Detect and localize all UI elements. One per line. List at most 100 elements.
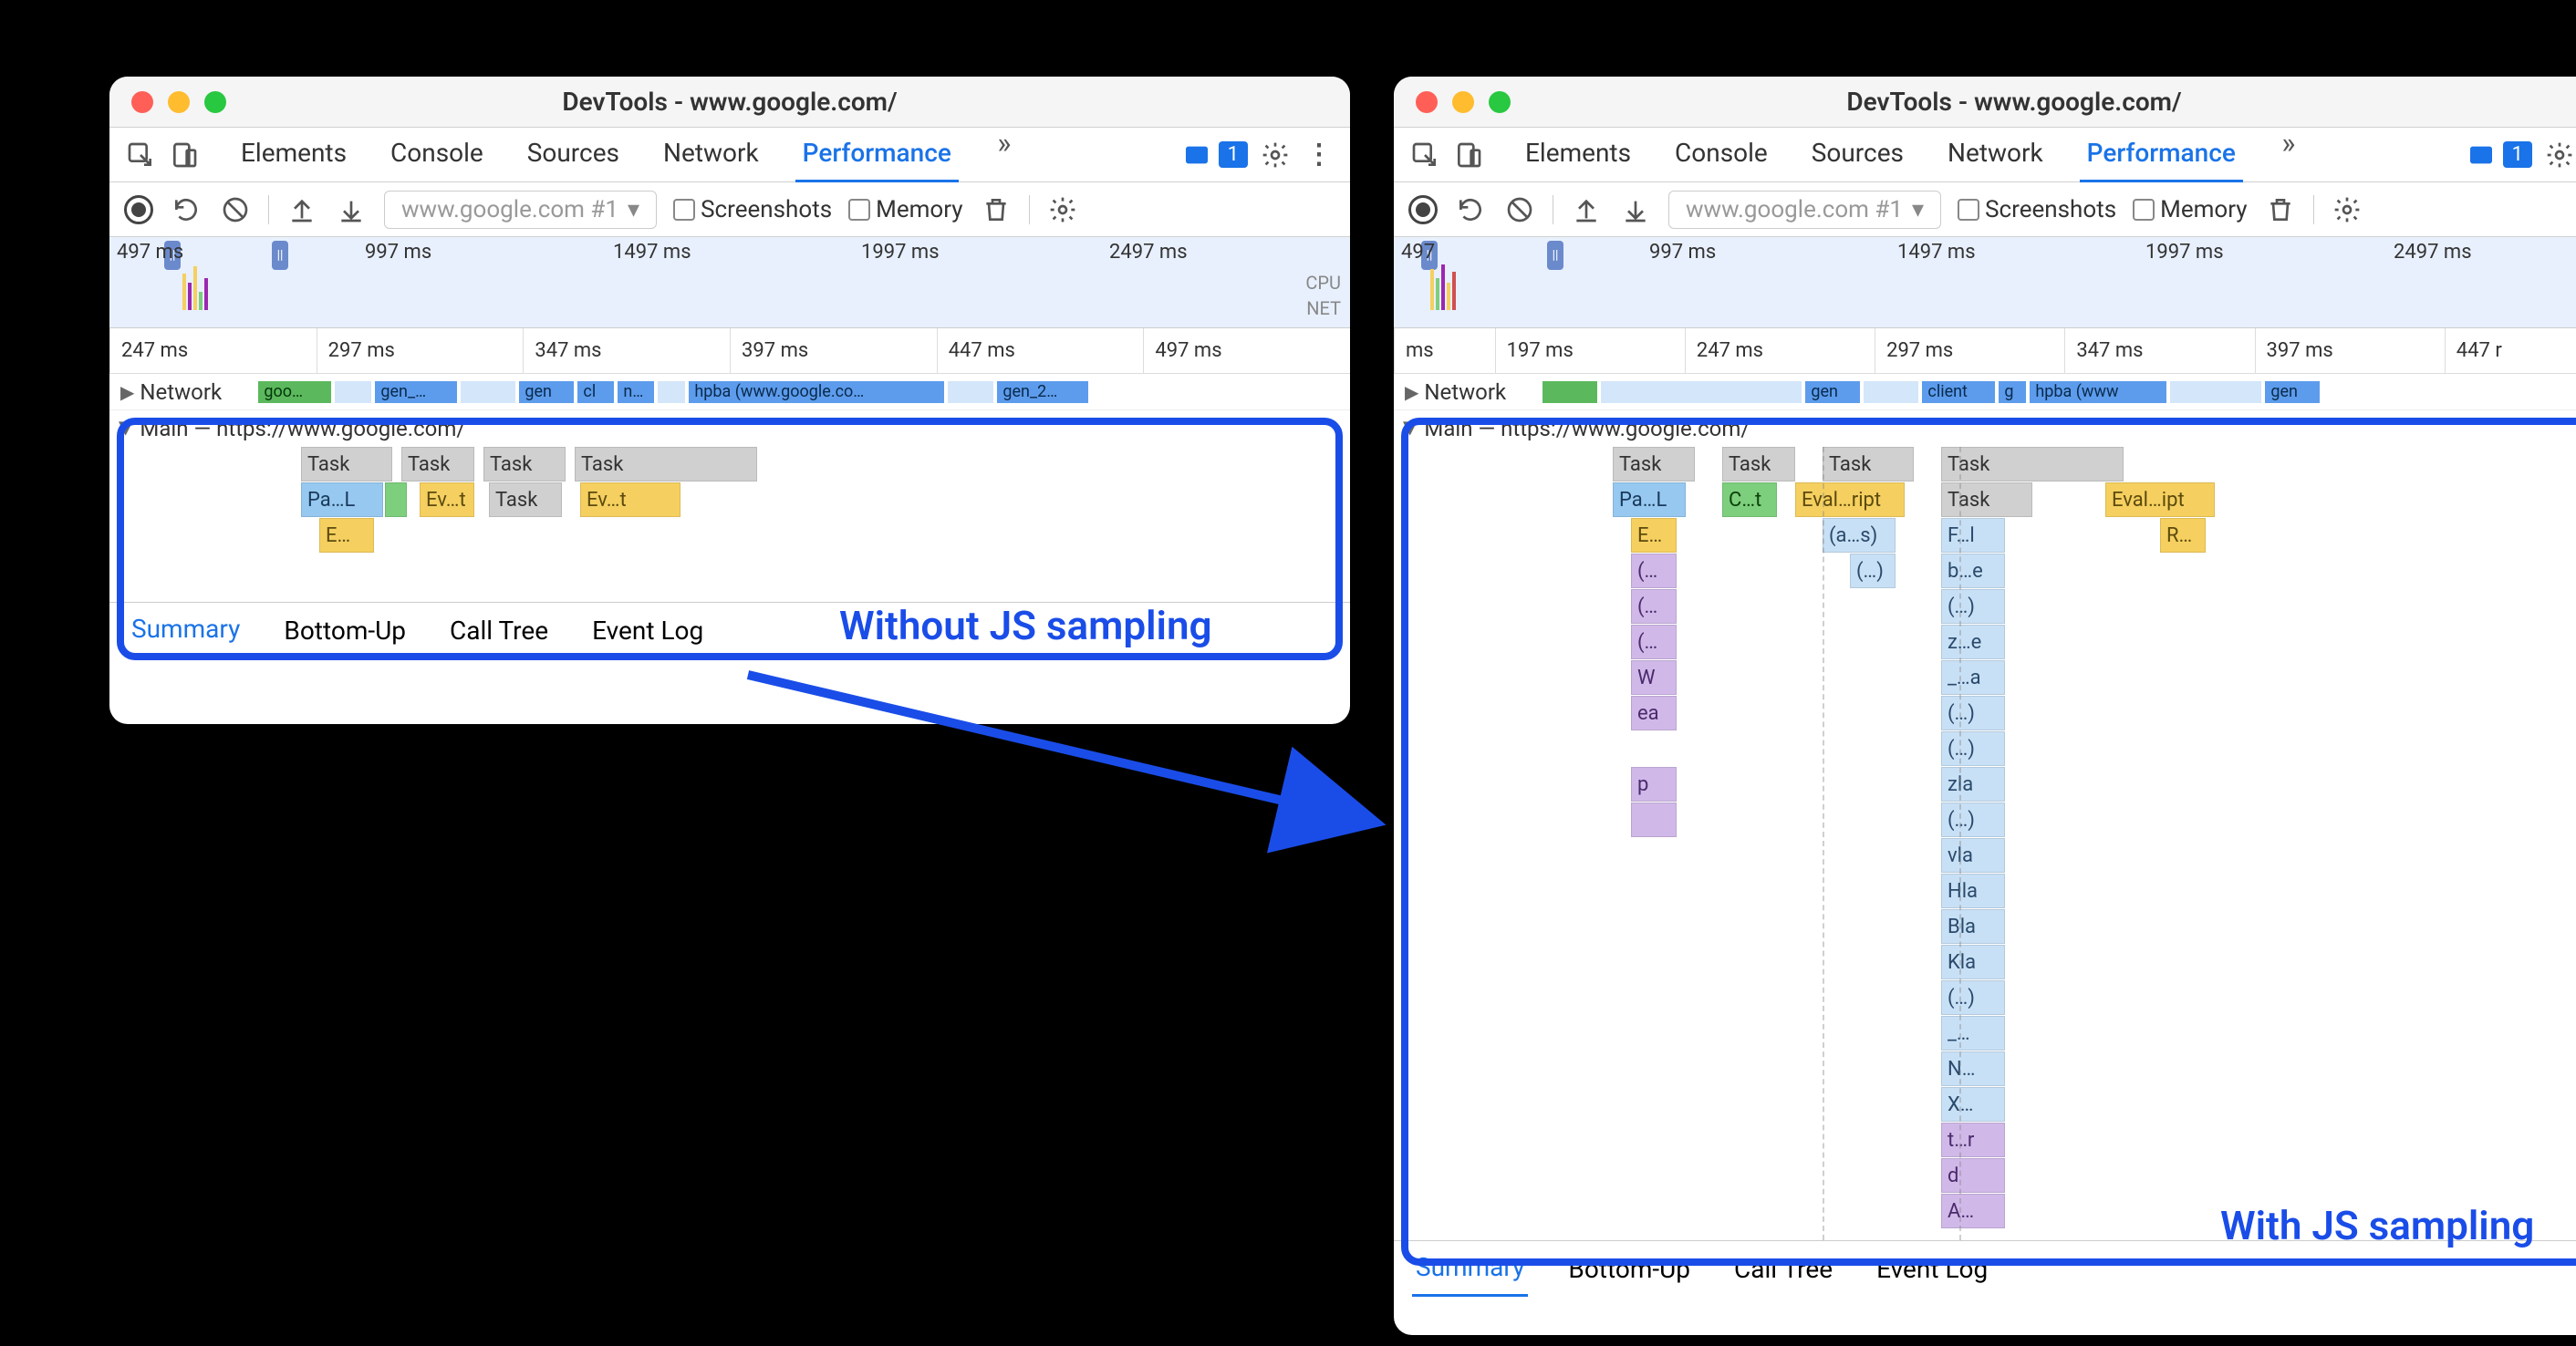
record-button[interactable] [124, 195, 153, 224]
memory-checkbox[interactable]: Memory [2133, 196, 2247, 223]
time-ruler[interactable]: 247 ms 297 ms 347 ms 397 ms 447 ms 497 m… [109, 328, 1350, 374]
flame-block[interactable]: Task [301, 447, 392, 481]
clear-icon[interactable] [1503, 193, 1536, 226]
flame-block[interactable]: p [1631, 767, 1677, 802]
flame-block[interactable] [1631, 802, 1677, 837]
flame-block[interactable]: N… [1941, 1051, 2005, 1086]
garbage-icon[interactable] [2264, 193, 2297, 226]
flame-block[interactable]: E… [319, 518, 374, 553]
flame-block[interactable]: Eval…ipt [2105, 482, 2215, 517]
btab-bottomup[interactable]: Bottom-Up [1564, 1243, 1694, 1296]
overview-strip[interactable]: |||| 497 997 ms 1497 ms 1997 ms 2497 ms … [1394, 237, 2576, 328]
time-ruler[interactable]: ms 197 ms 247 ms 297 ms 347 ms 397 ms 44… [1394, 328, 2576, 374]
main-track-header[interactable]: ▶Main — https://www.google.com/ [1394, 410, 2576, 447]
flame-block[interactable]: Task [1823, 447, 1914, 481]
zoom-dot[interactable] [204, 91, 226, 113]
tab-console[interactable]: Console [1667, 127, 1775, 182]
flame-block[interactable]: d [1941, 1158, 2005, 1193]
issues-icon[interactable] [2465, 139, 2498, 171]
flame-block[interactable]: (…) [1941, 696, 2005, 730]
flame-block[interactable]: Task [1722, 447, 1795, 481]
btab-calltree[interactable]: Call Tree [1730, 1243, 1836, 1296]
flame-block[interactable]: R… [2160, 518, 2206, 553]
flame-block[interactable]: Pa…L [1613, 482, 1686, 517]
flame-chart-left[interactable]: TaskTaskTaskTaskPa…LEv…tTaskEv…tE… [109, 447, 1350, 602]
gear-icon[interactable] [1259, 139, 1292, 171]
tab-network[interactable]: Network [656, 127, 766, 182]
close-dot[interactable] [1416, 91, 1438, 113]
flame-chart-right[interactable]: TaskTaskTaskTaskPa…LC…tEval…riptTaskEval… [1394, 447, 2576, 1240]
close-dot[interactable] [131, 91, 153, 113]
flame-block[interactable]: (… [1631, 589, 1677, 624]
titlebar[interactable]: DevTools - www.google.com/ [109, 77, 1350, 128]
device-icon[interactable] [1452, 139, 1485, 171]
flame-block[interactable] [385, 482, 407, 517]
titlebar[interactable]: DevTools - www.google.com/ [1394, 77, 2576, 128]
clear-icon[interactable] [219, 193, 252, 226]
flame-block[interactable]: Task [1941, 447, 2124, 481]
flame-block[interactable]: (…) [1941, 980, 2005, 1015]
upload-icon[interactable] [286, 193, 318, 226]
flame-block[interactable]: Task [575, 447, 757, 481]
issues-badge[interactable]: 1 [2503, 141, 2532, 168]
flame-block[interactable]: z…e [1941, 625, 2005, 659]
flame-block[interactable]: Pa…L [301, 482, 383, 517]
flame-block[interactable]: C…t [1722, 482, 1777, 517]
flame-block[interactable]: Task [1613, 447, 1695, 481]
btab-eventlog[interactable]: Event Log [1873, 1243, 1991, 1296]
tab-network[interactable]: Network [1940, 127, 2051, 182]
flame-block[interactable]: E… [1631, 518, 1677, 553]
overview-strip[interactable]: |||| 497 ms 997 ms 1497 ms 1997 ms 2497 … [109, 237, 1350, 328]
flame-block[interactable]: (…) [1850, 554, 1896, 588]
flame-block[interactable]: Ev…t [420, 482, 474, 517]
tab-sources[interactable]: Sources [520, 127, 627, 182]
flame-block[interactable]: Task [401, 447, 474, 481]
reload-icon[interactable] [170, 193, 203, 226]
zoom-dot[interactable] [1489, 91, 1511, 113]
perf-settings-icon[interactable] [2331, 193, 2363, 226]
flame-block[interactable]: (a…s) [1823, 518, 1896, 553]
flame-block[interactable]: W [1631, 660, 1677, 695]
gear-icon[interactable] [2543, 139, 2576, 171]
flame-block[interactable]: A… [1941, 1194, 2005, 1228]
tab-sources[interactable]: Sources [1804, 127, 1911, 182]
network-track[interactable]: ▶Network gen client g hpba (www gen [1394, 374, 2576, 410]
memory-checkbox[interactable]: Memory [848, 196, 962, 223]
flame-block[interactable]: Kla [1941, 945, 2005, 979]
tab-console[interactable]: Console [383, 127, 491, 182]
reload-icon[interactable] [1454, 193, 1487, 226]
btab-eventlog[interactable]: Event Log [588, 605, 707, 657]
main-track-header[interactable]: ▶Main — https://www.google.com/ [109, 410, 1350, 447]
record-button[interactable] [1408, 195, 1438, 224]
flame-block[interactable]: Task [1941, 482, 2032, 517]
tab-elements[interactable]: Elements [234, 127, 354, 182]
flame-block[interactable]: (…) [1941, 802, 2005, 837]
flame-block[interactable]: zla [1941, 767, 2005, 802]
btab-calltree[interactable]: Call Tree [446, 605, 552, 657]
flame-block[interactable]: Ev…t [580, 482, 680, 517]
flame-block[interactable]: (…) [1941, 589, 2005, 624]
recording-dropdown[interactable]: www.google.com #1▾ [1668, 191, 1941, 229]
inspect-icon[interactable] [124, 139, 157, 171]
flame-block[interactable]: (… [1631, 625, 1677, 659]
btab-summary[interactable]: Summary [128, 603, 244, 658]
screenshots-checkbox[interactable]: Screenshots [1958, 196, 2116, 223]
flame-block[interactable]: Task [483, 447, 566, 481]
flame-block[interactable]: ea [1631, 696, 1677, 730]
flame-block[interactable]: vla [1941, 838, 2005, 873]
flame-block[interactable]: F…l [1941, 518, 2005, 553]
issues-badge[interactable]: 1 [1219, 141, 1248, 168]
flame-block[interactable]: b…e [1941, 554, 2005, 588]
flame-block[interactable]: (…) [1941, 731, 2005, 766]
btab-bottomup[interactable]: Bottom-Up [280, 605, 410, 657]
kebab-icon[interactable]: ⋮ [1303, 139, 1335, 171]
download-icon[interactable] [335, 193, 368, 226]
flame-block[interactable]: Bla [1941, 909, 2005, 944]
recording-dropdown[interactable]: www.google.com #1▾ [384, 191, 657, 229]
download-icon[interactable] [1619, 193, 1652, 226]
flame-block[interactable]: X… [1941, 1087, 2005, 1122]
more-tabs-icon[interactable]: » [988, 127, 1021, 160]
upload-icon[interactable] [1570, 193, 1603, 226]
inspect-icon[interactable] [1408, 139, 1441, 171]
flame-block[interactable]: Hla [1941, 874, 2005, 908]
